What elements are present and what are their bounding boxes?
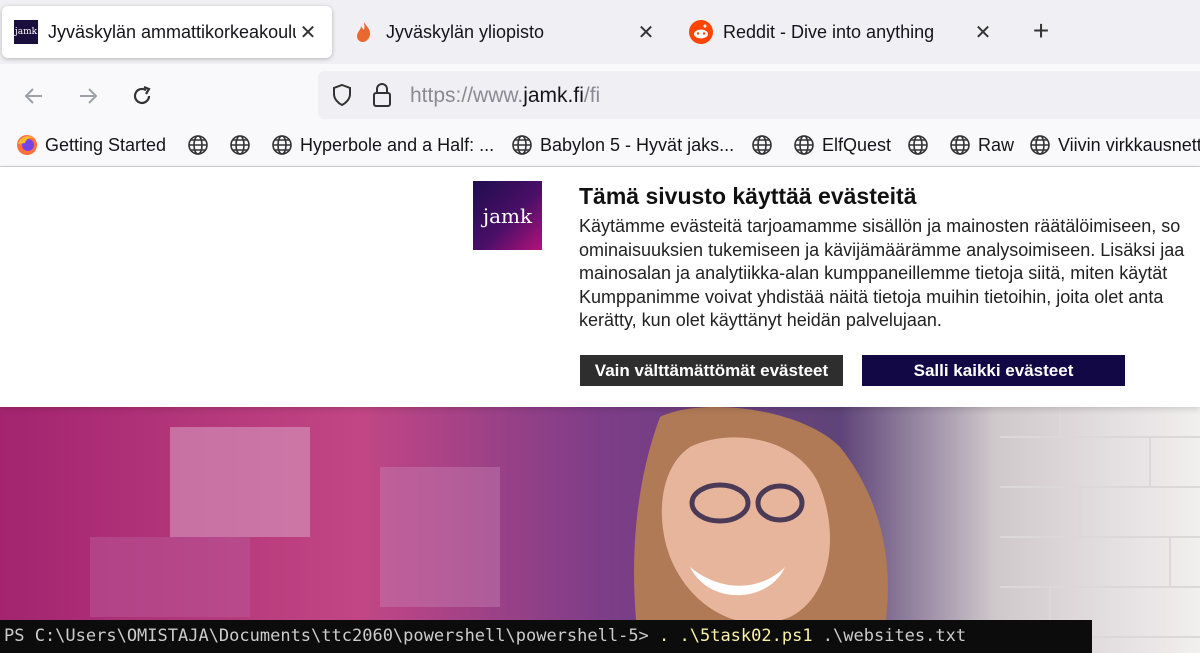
cookie-consent-banner: jamk Tämä sivusto käyttää evästeitä Käyt… — [0, 167, 1200, 407]
bookmark-label: Viivin virkkausnett — [1058, 134, 1200, 155]
new-tab-button[interactable]: + — [1026, 16, 1056, 46]
tab-jyu[interactable]: Jyväskylän yliopisto ✕ — [340, 6, 670, 58]
necessary-cookies-button[interactable]: Vain välttämättömät evästeet — [580, 355, 843, 386]
bookmark-label: Babylon 5 - Hyvät jaks... — [540, 134, 735, 155]
powershell-terminal[interactable]: PS C:\Users\OMISTAJA\Documents\ttc2060\p… — [0, 620, 1092, 653]
shield-icon[interactable] — [330, 83, 354, 112]
bookmark-globe[interactable] — [907, 134, 936, 156]
bookmark-raw[interactable]: Raw — [949, 134, 1014, 156]
globe-icon — [950, 135, 970, 155]
url-domain: jamk.fi — [523, 84, 584, 107]
terminal-prompt: PS C:\Users\OMISTAJA\Documents\ttc2060\p… — [4, 626, 660, 646]
cookie-text-line: Kumppanimme voivat yhdistää näitä tietoj… — [579, 286, 1164, 307]
url-text[interactable]: https://www.jamk.fi/fi — [410, 84, 600, 108]
terminal-args: .\websites.txt — [812, 626, 967, 646]
globe-icon — [752, 135, 772, 155]
cookie-title: Tämä sivusto käyttää evästeitä — [579, 183, 917, 209]
close-icon[interactable]: ✕ — [971, 20, 995, 45]
bookmark-globe[interactable] — [229, 134, 258, 156]
reddit-icon — [689, 20, 713, 44]
cookie-text-line: ominaisuuksien tukemiseen ja kävijämäärä… — [579, 239, 1185, 260]
globe-icon — [794, 135, 814, 155]
terminal-command: . .\5task02.ps1 — [659, 626, 813, 646]
bookmark-babylon5[interactable]: Babylon 5 - Hyvät jaks... — [511, 134, 734, 156]
globe-icon — [512, 135, 532, 155]
cookie-text-line: mainosalan ja analytiikka-alan kumppanei… — [579, 263, 1168, 283]
cookie-text-line: Käytämme evästeitä tarjoamamme sisällön … — [579, 216, 1181, 236]
hero-image — [0, 407, 1200, 653]
globe-icon — [230, 135, 250, 155]
flame-icon — [352, 20, 376, 44]
allow-all-cookies-button[interactable]: Salli kaikki evästeet — [862, 355, 1125, 386]
url-bar[interactable]: https://www.jamk.fi/fi — [318, 71, 1200, 119]
reload-icon[interactable] — [124, 78, 160, 114]
bookmark-label: Hyperbole and a Half: ... — [300, 134, 495, 155]
bookmark-label: Getting Started — [45, 134, 167, 155]
cookie-text: Käytämme evästeitä tarjoamamme sisällön … — [579, 215, 1200, 333]
close-icon[interactable]: ✕ — [296, 20, 320, 45]
bookmark-getting-started[interactable]: Getting Started — [16, 134, 166, 156]
jamk-icon: jamk — [14, 20, 38, 44]
bookmark-viivin[interactable]: Viivin virkkausnett — [1029, 134, 1200, 156]
globe-icon — [188, 135, 208, 155]
tab-title: Jyväskylän yliopisto — [386, 21, 545, 42]
bookmark-label: ElfQuest — [822, 134, 892, 155]
url-path: /fi — [583, 84, 601, 107]
bookmark-elfquest[interactable]: ElfQuest — [793, 134, 891, 156]
tab-jamk[interactable]: jamk Jyväskylän ammattikorkeakoulu ✕ — [2, 6, 332, 58]
bookmark-globe[interactable] — [751, 134, 780, 156]
tab-bar: jamk Jyväskylän ammattikorkeakoulu ✕ Jyv… — [0, 0, 1200, 64]
bookmark-hyperbole[interactable]: Hyperbole and a Half: ... — [271, 134, 494, 156]
hero-photo — [0, 407, 1200, 653]
navigation-toolbar: https://www.jamk.fi/fi — [0, 64, 1200, 126]
lock-icon[interactable] — [370, 82, 394, 113]
close-icon[interactable]: ✕ — [634, 20, 658, 45]
cookie-text-line: kerätty, kun olet käyttänyt heidän palve… — [579, 310, 942, 330]
firefox-icon — [17, 135, 37, 155]
tab-title: Reddit - Dive into anything — [723, 21, 935, 42]
globe-icon — [908, 135, 928, 155]
url-prefix: https://www. — [410, 84, 524, 107]
tab-reddit[interactable]: Reddit - Dive into anything ✕ — [677, 6, 1007, 58]
forward-icon[interactable] — [70, 78, 106, 114]
bookmark-globe[interactable] — [187, 134, 216, 156]
back-icon[interactable] — [16, 78, 52, 114]
tab-title: Jyväskylän ammattikorkeakoulu — [48, 21, 296, 42]
globe-icon — [1030, 135, 1050, 155]
globe-icon — [272, 135, 292, 155]
jamk-logo: jamk — [473, 181, 542, 250]
bookmark-label: Raw — [978, 134, 1015, 155]
bookmarks-toolbar: Getting Started Hyperbole and a Half: ..… — [0, 126, 1200, 167]
